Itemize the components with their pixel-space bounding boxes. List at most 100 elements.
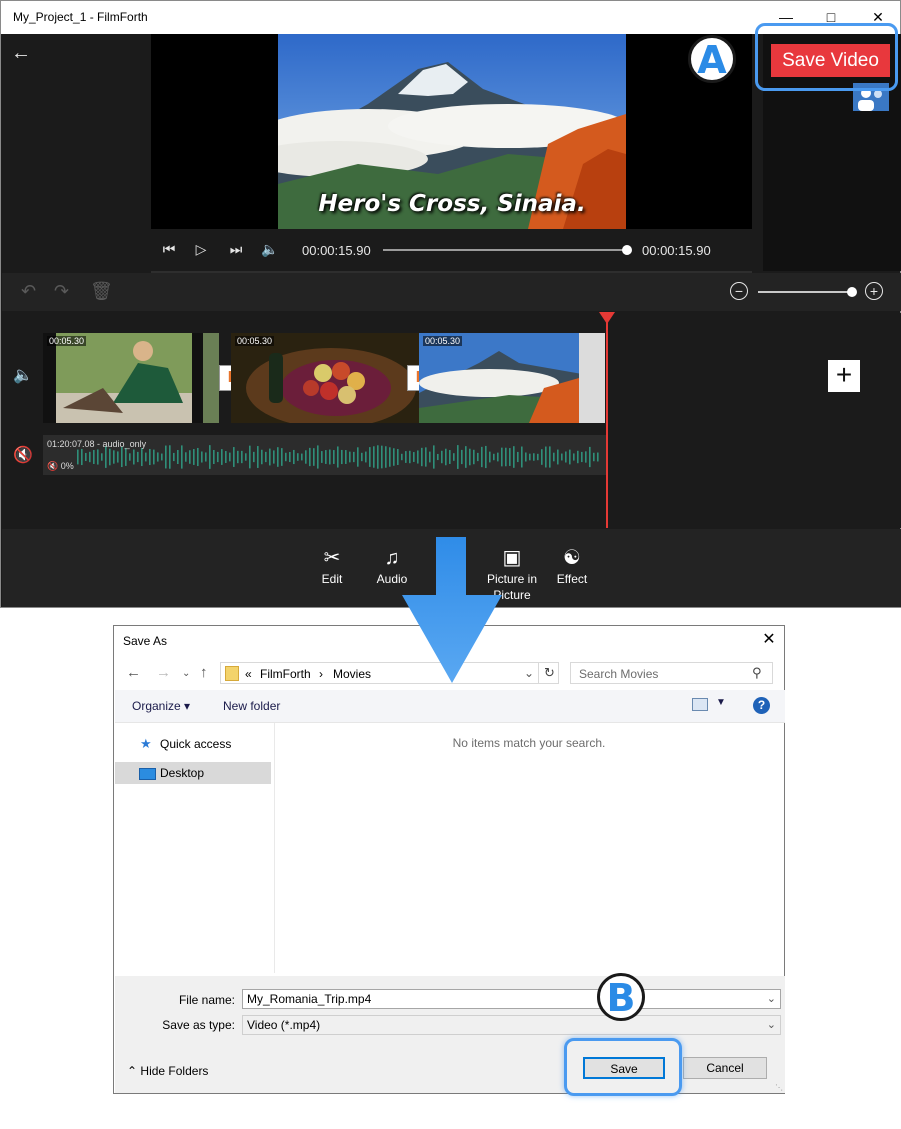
zoom-out-icon[interactable]: − [730, 282, 748, 300]
playhead-handle[interactable] [599, 312, 615, 324]
waveform-bar [289, 451, 291, 463]
breadcrumb-filmforth[interactable]: FilmForth [260, 667, 311, 681]
track-volume-icon[interactable]: 🔈 [13, 365, 33, 385]
waveform-bar [377, 445, 379, 469]
add-clip-button[interactable]: + [828, 360, 860, 392]
track-mute-icon[interactable]: 🔇 [13, 445, 33, 465]
zoom-in-icon[interactable]: + [865, 282, 883, 300]
waveform-bar [585, 451, 587, 463]
undo-icon[interactable]: ↶ [21, 281, 36, 302]
save-type-select[interactable]: Video (*.mp4) ⌄ [242, 1015, 781, 1035]
waveform-bar [357, 447, 359, 467]
waveform-bar [81, 448, 83, 466]
resize-grip-icon[interactable]: ⋱ [775, 1083, 783, 1092]
search-input[interactable]: Search Movies ⚲ [570, 662, 773, 684]
waveform-bar [193, 449, 195, 465]
waveform-bar [553, 452, 555, 462]
waveform-bar [205, 452, 207, 462]
nav-up-icon[interactable]: ↑ [200, 664, 208, 681]
waveform-bar [557, 449, 559, 465]
hide-folders-label: Hide Folders [140, 1064, 209, 1078]
help-icon[interactable]: ? [753, 697, 770, 714]
waveform-bar [421, 447, 423, 467]
skip-forward-icon[interactable]: ⏭ [226, 239, 246, 259]
play-icon[interactable]: ▷ [191, 239, 211, 259]
waveform-bar [521, 446, 523, 468]
waveform-bar [449, 450, 451, 464]
redo-icon[interactable]: ↷ [54, 281, 69, 302]
clip-1[interactable]: 00:05.30 [43, 333, 219, 423]
waveform-bar [445, 448, 447, 466]
clip-2[interactable]: 00:05.30 [231, 333, 419, 423]
seek-bar[interactable] [383, 249, 627, 251]
waveform-bar [173, 452, 175, 462]
skip-back-icon[interactable]: ⏮ [159, 239, 179, 259]
chevron-down-icon[interactable]: ⌄ [767, 1016, 776, 1034]
waveform-bar [401, 453, 403, 461]
waveform-bar [517, 451, 519, 463]
waveform-bar [425, 447, 427, 467]
waveform-bar [105, 446, 107, 468]
recent-locations-icon[interactable]: ⌄ [182, 668, 190, 679]
waveform-bar [129, 453, 131, 461]
waveform-bar [273, 450, 275, 464]
nav-item-desktop[interactable]: Desktop [115, 762, 271, 784]
waveform-bar [141, 447, 143, 467]
waveform-bar [85, 452, 87, 462]
save-button-highlight [564, 1038, 682, 1096]
waveform-bar [529, 453, 531, 461]
audio-label: 01:20:07.08 - audio_only [47, 439, 147, 449]
audio-track[interactable]: 01:20:07.08 - audio_only 🔇 0% [43, 435, 606, 475]
save-type-value: Video (*.mp4) [247, 1018, 321, 1032]
waveform-bar [509, 448, 511, 466]
clip-3[interactable]: 00:05.30 [419, 333, 605, 423]
new-folder-button[interactable]: New folder [223, 699, 280, 713]
address-bar[interactable]: « FilmForth › Movies ⌄ [220, 662, 559, 684]
waveform-bar [537, 453, 539, 461]
desktop-icon [139, 768, 156, 780]
view-dropdown-icon[interactable]: ▼ [716, 697, 726, 708]
waveform-bar [321, 451, 323, 463]
audio-waveform [77, 445, 599, 469]
tool-effect[interactable]: ☯ Effect [537, 547, 607, 587]
waveform-bar [93, 450, 95, 464]
waveform-bar [569, 449, 571, 465]
waveform-bar [433, 445, 435, 469]
breadcrumb-movies[interactable]: Movies [333, 667, 371, 681]
waveform-bar [149, 448, 151, 466]
organize-button[interactable]: Organize ▾ [132, 699, 190, 713]
cancel-button[interactable]: Cancel [683, 1057, 767, 1079]
waveform-bar [361, 452, 363, 462]
waveform-bar [185, 452, 187, 462]
waveform-bar [233, 447, 235, 467]
seek-knob[interactable] [622, 245, 632, 255]
nav-item-quick-access[interactable]: ★ Quick access [115, 733, 271, 755]
waveform-bar [561, 453, 563, 461]
playhead[interactable] [606, 313, 608, 528]
waveform-bar [453, 453, 455, 461]
file-name-field[interactable]: My_Romania_Trip.mp4 ⌄ [242, 989, 781, 1009]
volume-icon[interactable]: 🔈 [260, 239, 280, 259]
dialog-close-icon[interactable]: ✕ [759, 630, 779, 650]
annotation-badge-b: B [597, 973, 645, 1021]
waveform-bar [353, 451, 355, 463]
trash-icon[interactable]: 🗑 [90, 281, 113, 302]
waveform-bar [297, 453, 299, 461]
nav-back-icon[interactable]: ← [126, 664, 141, 681]
waveform-bar [337, 446, 339, 468]
chevron-down-icon[interactable]: ⌄ [767, 990, 776, 1008]
waveform-bar [153, 449, 155, 465]
search-icon[interactable]: ⚲ [752, 665, 762, 681]
star-icon: ★ [140, 736, 152, 751]
zoom-slider[interactable] [758, 291, 852, 293]
save-video-highlight [755, 23, 898, 91]
view-options-icon[interactable] [692, 698, 708, 711]
waveform-bar [397, 449, 399, 465]
refresh-icon[interactable]: ↻ [538, 662, 560, 684]
address-dropdown-icon[interactable]: ⌄ [524, 666, 534, 680]
back-arrow-icon[interactable]: ← [11, 43, 33, 65]
breadcrumb-overflow[interactable]: « [245, 667, 252, 681]
zoom-knob[interactable] [847, 287, 857, 297]
nav-forward-icon[interactable]: → [156, 664, 171, 681]
hide-folders-button[interactable]: ⌃ Hide Folders [127, 1064, 208, 1078]
